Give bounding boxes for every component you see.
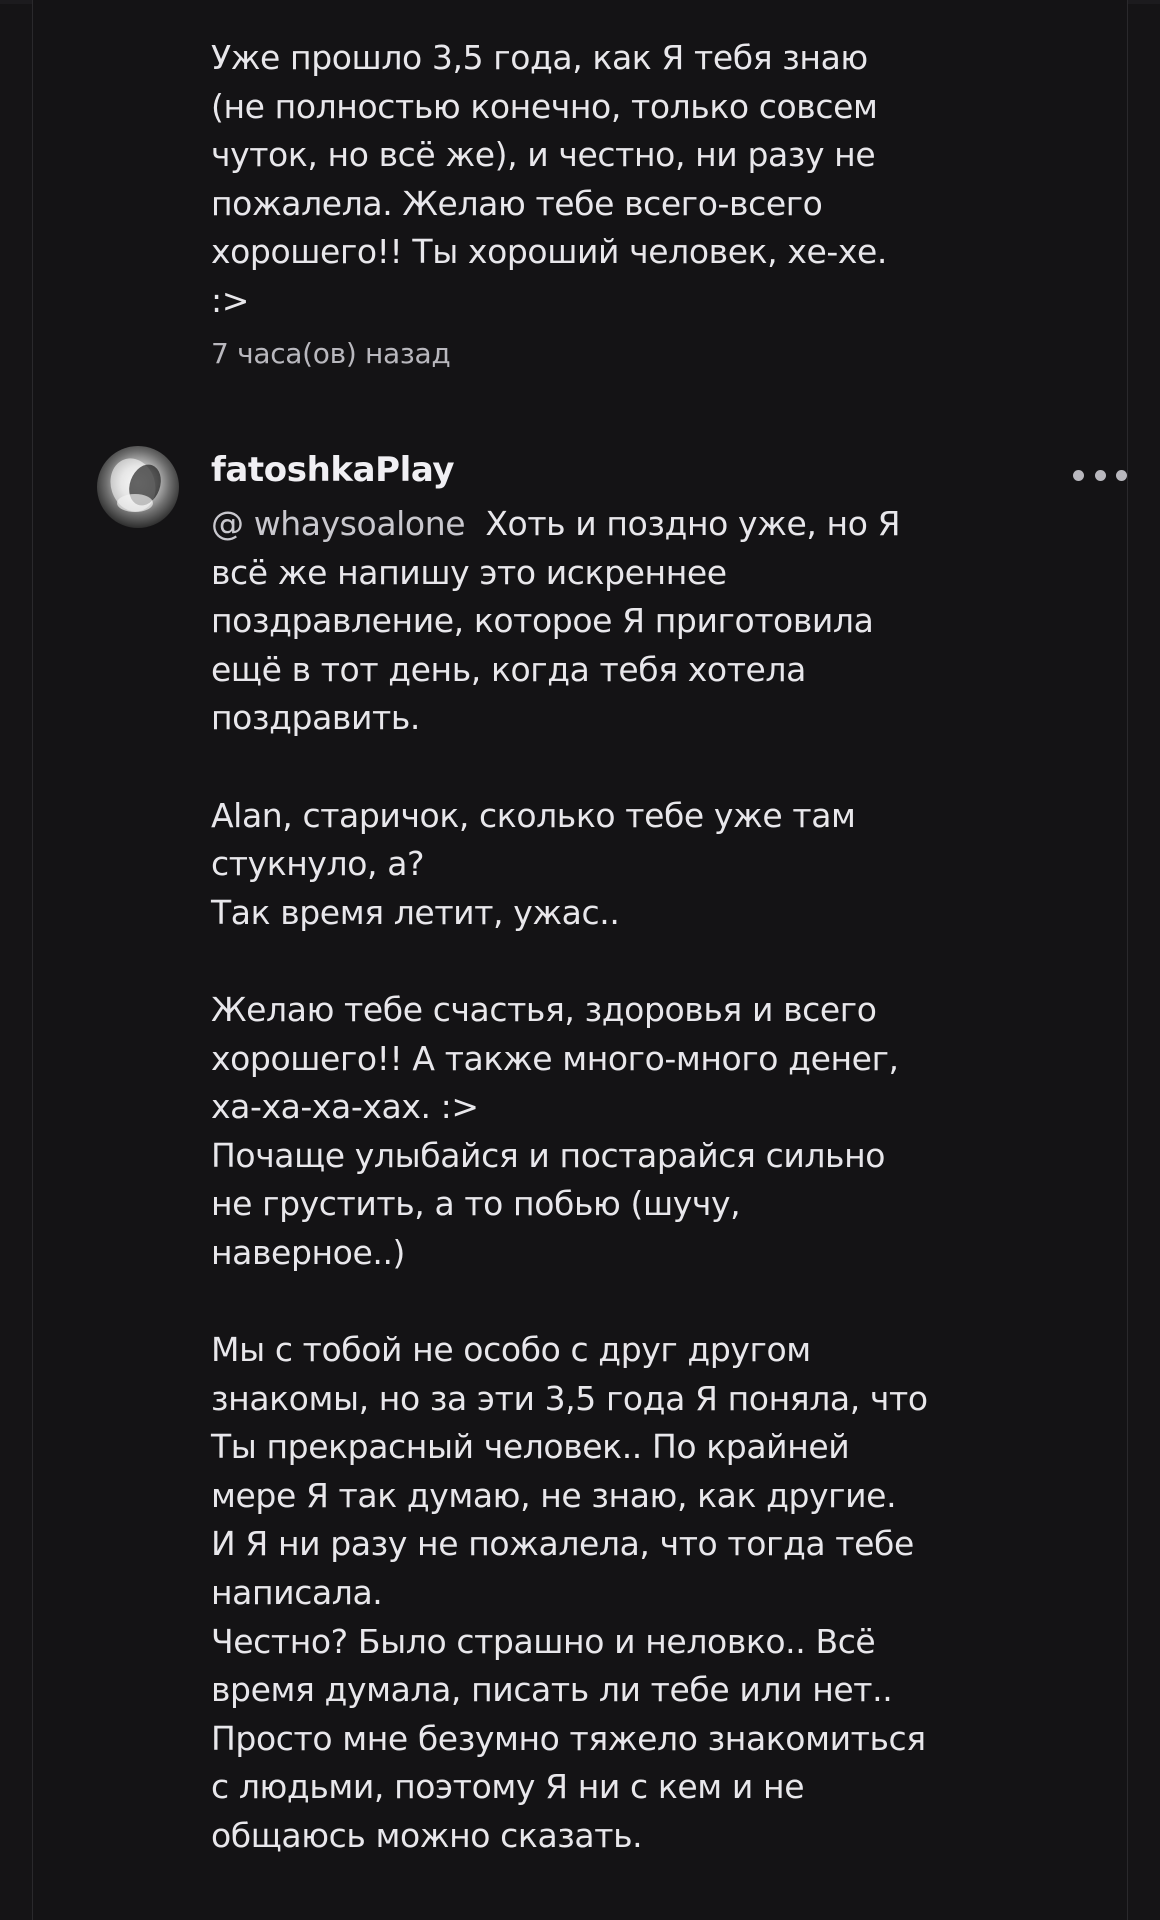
more-options-icon[interactable]: [1073, 464, 1127, 486]
comment-timestamp: 7 часа(ов) назад: [211, 337, 451, 370]
username[interactable]: fatoshkaPlay: [211, 446, 455, 494]
avatar-art: [117, 494, 153, 512]
comment-body: [465, 504, 485, 543]
comment-text: @ whaysoalone Хоть и поздно уже, но Я вс…: [211, 500, 931, 1861]
comments-panel: Уже прошло 3,5 года, как Я тебя знаю (не…: [32, 0, 1128, 1920]
comment-text: Уже прошло 3,5 года, как Я тебя знаю (не…: [211, 38, 898, 320]
dot-icon: [1116, 469, 1127, 481]
dot-icon: [1073, 469, 1084, 481]
dot-icon: [1094, 469, 1106, 481]
mention-link[interactable]: @ whaysoalone: [211, 504, 466, 543]
avatar[interactable]: [97, 446, 179, 528]
comment-body: Хоть и поздно уже, но Я всё же напишу эт…: [211, 504, 928, 1856]
